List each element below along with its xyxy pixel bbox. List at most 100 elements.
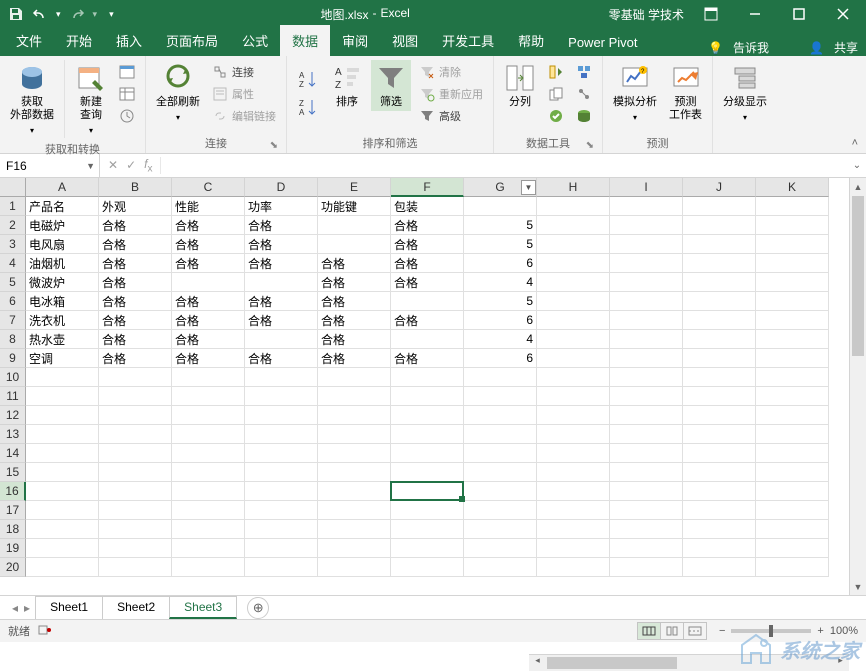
cell[interactable] [318, 482, 391, 501]
cell[interactable] [756, 406, 829, 425]
cell[interactable] [683, 482, 756, 501]
cell[interactable] [756, 311, 829, 330]
ribbon-options-icon[interactable] [694, 0, 728, 28]
cell[interactable] [26, 406, 99, 425]
cell[interactable]: 合格 [318, 273, 391, 292]
cell[interactable] [172, 539, 245, 558]
cell[interactable] [26, 520, 99, 539]
cell[interactable] [318, 387, 391, 406]
scroll-right-icon[interactable]: ▸ [832, 655, 849, 666]
share-label[interactable]: 共享 [834, 39, 858, 56]
cell[interactable] [318, 216, 391, 235]
cell[interactable] [26, 501, 99, 520]
cell[interactable] [683, 406, 756, 425]
cell[interactable] [683, 444, 756, 463]
cell[interactable] [99, 520, 172, 539]
cell[interactable] [756, 330, 829, 349]
cell[interactable] [537, 311, 610, 330]
cell[interactable] [464, 444, 537, 463]
cell[interactable] [683, 463, 756, 482]
cancel-formula-icon[interactable]: ✕ [108, 158, 118, 172]
sheet-tab[interactable]: Sheet3 [169, 596, 237, 619]
cell[interactable] [172, 273, 245, 292]
remove-duplicates-button[interactable] [544, 84, 568, 104]
cell[interactable]: 合格 [172, 292, 245, 311]
cell[interactable] [537, 520, 610, 539]
cell[interactable] [391, 539, 464, 558]
cell[interactable]: 合格 [318, 311, 391, 330]
cell[interactable] [464, 558, 537, 577]
lightbulb-icon[interactable]: 💡 [708, 41, 723, 55]
cell[interactable]: 合格 [172, 349, 245, 368]
row-header[interactable]: 17 [0, 501, 26, 520]
sort-desc-button[interactable]: ZA [293, 94, 323, 120]
cell[interactable] [245, 463, 318, 482]
show-queries-button[interactable] [115, 62, 139, 82]
cell[interactable] [610, 273, 683, 292]
cell[interactable] [756, 558, 829, 577]
cell[interactable] [172, 368, 245, 387]
cell[interactable] [26, 444, 99, 463]
cell[interactable]: 功能键 [318, 197, 391, 216]
cell[interactable]: 外观 [99, 197, 172, 216]
cell[interactable] [756, 539, 829, 558]
sheet-tab[interactable]: Sheet1 [35, 596, 103, 619]
cell[interactable] [26, 463, 99, 482]
cell[interactable] [245, 501, 318, 520]
zoom-out-button[interactable]: − [719, 625, 725, 637]
cell[interactable]: 微波炉 [26, 273, 99, 292]
cell[interactable] [245, 482, 318, 501]
cell[interactable] [172, 425, 245, 444]
filter-button[interactable]: 筛选 [371, 60, 411, 111]
tell-me-label[interactable]: 告诉我 [733, 39, 769, 56]
cell[interactable] [391, 387, 464, 406]
cell[interactable] [683, 558, 756, 577]
cell[interactable] [99, 368, 172, 387]
dialog-launcher-icon[interactable]: ⬊ [270, 140, 278, 151]
cell[interactable] [610, 501, 683, 520]
cell[interactable] [537, 349, 610, 368]
cell[interactable] [683, 216, 756, 235]
cell[interactable]: 5 [464, 292, 537, 311]
cell[interactable]: 合格 [318, 330, 391, 349]
cell[interactable]: 4 [464, 273, 537, 292]
cell[interactable] [245, 520, 318, 539]
get-external-data-button[interactable]: 获取 外部数据 ▾ [6, 60, 58, 139]
cell[interactable] [172, 558, 245, 577]
cell[interactable] [537, 444, 610, 463]
tab-开始[interactable]: 开始 [54, 25, 104, 56]
cell[interactable] [610, 558, 683, 577]
relationships-button[interactable] [572, 84, 596, 104]
cell[interactable]: 4 [464, 330, 537, 349]
cell[interactable]: 合格 [172, 311, 245, 330]
cell[interactable] [245, 558, 318, 577]
qat-customize-icon[interactable]: ▾ [109, 9, 114, 20]
select-all-corner[interactable] [0, 178, 26, 197]
cell[interactable]: 6 [464, 311, 537, 330]
cell[interactable]: 性能 [172, 197, 245, 216]
fx-icon[interactable]: fx [144, 157, 152, 174]
cell[interactable] [756, 216, 829, 235]
cell[interactable]: 合格 [245, 216, 318, 235]
cell[interactable]: 油烟机 [26, 254, 99, 273]
cell[interactable] [537, 254, 610, 273]
cell[interactable]: 电磁炉 [26, 216, 99, 235]
cell[interactable] [172, 482, 245, 501]
cell[interactable] [683, 387, 756, 406]
properties-button[interactable]: 属性 [208, 84, 280, 104]
cell[interactable] [537, 197, 610, 216]
cell[interactable] [391, 463, 464, 482]
row-header[interactable]: 3 [0, 235, 26, 254]
horizontal-scrollbar[interactable]: ◂ ▸ [529, 654, 849, 671]
cell[interactable] [245, 387, 318, 406]
cell[interactable]: 合格 [245, 349, 318, 368]
cell[interactable]: 5 [464, 235, 537, 254]
sheet-tab[interactable]: Sheet2 [102, 596, 170, 619]
cell[interactable] [537, 406, 610, 425]
zoom-percent-label[interactable]: 100% [830, 625, 858, 637]
cell[interactable]: 合格 [99, 273, 172, 292]
cell[interactable] [756, 292, 829, 311]
cell[interactable] [537, 273, 610, 292]
chevron-down-icon[interactable]: ▼ [86, 161, 95, 171]
cell[interactable]: 合格 [391, 273, 464, 292]
